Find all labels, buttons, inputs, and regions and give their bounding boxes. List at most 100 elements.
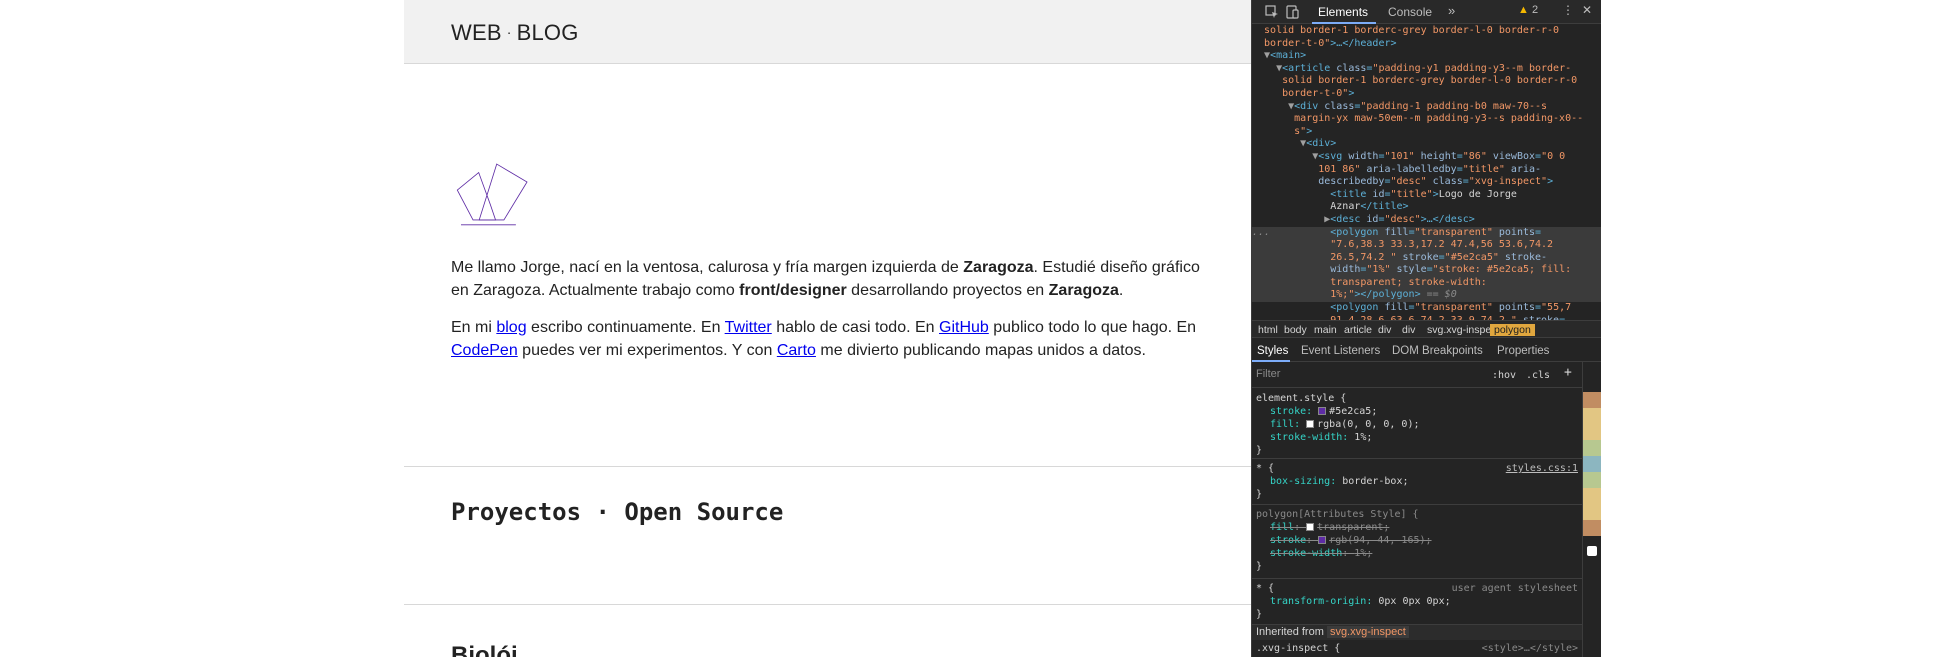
inline-link-blog[interactable]: blog: [496, 319, 526, 336]
dom-token: "#5e2ca5": [1444, 251, 1505, 263]
dom-node-line[interactable]: <polygon fill="transparent" points="55,7: [1252, 302, 1601, 315]
inline-link-carto[interactable]: Carto: [777, 342, 816, 359]
hover-state-toggle[interactable]: :hov: [1492, 369, 1516, 382]
dom-node-line[interactable]: describedby="desc" class="xvg-inspect">: [1252, 176, 1601, 189]
warnings-counter[interactable]: ▲ 2: [1518, 4, 1538, 16]
inline-link-twitter[interactable]: Twitter: [725, 319, 772, 336]
dom-token: stroke-: [1504, 251, 1548, 263]
device-toolbar-icon[interactable]: [1284, 4, 1300, 20]
dom-node-line[interactable]: ▼<div>: [1252, 138, 1601, 151]
dom-node-line[interactable]: 26.5,74.2 " stroke="#5e2ca5" stroke-: [1252, 251, 1601, 265]
color-swatch[interactable]: [1306, 420, 1315, 428]
tab-dom-breakpoints[interactable]: DOM Breakpoints: [1392, 345, 1483, 357]
class-toggle[interactable]: .cls: [1526, 369, 1550, 382]
dom-token: 101 86": [1252, 163, 1367, 175]
breadcrumb-item-div[interactable]: div: [1402, 324, 1415, 336]
dom-token: solid border-1 borderc-grey border-l-0 b…: [1252, 75, 1578, 87]
new-style-rule-button[interactable]: +: [1564, 366, 1572, 379]
element-style-rule[interactable]: element.style { stroke: #5e2ca5; fill: r…: [1256, 392, 1580, 457]
inherited-selector[interactable]: svg.xvg-inspect: [1326, 626, 1409, 638]
box-model-border: [1583, 488, 1601, 504]
dom-node-line[interactable]: ... <polygon fill="transparent" points=: [1252, 226, 1601, 240]
dom-node-line[interactable]: border-t-0">…</header>: [1252, 38, 1601, 51]
rule-close: }: [1256, 489, 1263, 500]
breadcrumb-item-svg-xvg-inspect[interactable]: svg.xvg-inspect: [1427, 324, 1499, 336]
css-property[interactable]: stroke-width: 1%;: [1256, 431, 1580, 444]
dom-node-line[interactable]: solid border-1 borderc-grey border-l-0 b…: [1252, 75, 1601, 88]
dom-node-line[interactable]: transparent; stroke-width:: [1252, 276, 1601, 290]
warnings-count: 2: [1531, 4, 1539, 16]
dom-node-line[interactable]: ▼<main>: [1252, 50, 1601, 63]
dom-token: ▼: [1252, 62, 1283, 74]
dom-node-line[interactable]: ▼<svg width="101" height="86" viewBox="0…: [1252, 151, 1601, 164]
color-swatch[interactable]: [1318, 536, 1327, 544]
breadcrumb-item-article[interactable]: article: [1344, 324, 1372, 336]
inspect-element-icon[interactable]: [1264, 4, 1280, 20]
paragraph-text: En mi: [451, 319, 497, 336]
dom-token: transparent; stroke-width:: [1252, 276, 1487, 288]
close-devtools-icon[interactable]: ✕: [1582, 3, 1592, 17]
dom-node-line[interactable]: "7.6,38.3 33.3,17.2 47.4,56 53.6,74.2: [1252, 239, 1601, 252]
dom-token: <article: [1282, 62, 1337, 74]
dom-node-line[interactable]: Aznar</title>: [1252, 201, 1601, 214]
dom-token: 26.5,74.2 ": [1252, 251, 1403, 263]
dom-token: <svg: [1318, 150, 1349, 162]
tab-console[interactable]: Console: [1388, 5, 1432, 19]
devtools-toolbar: Elements Console » ▲ 2 ⋮ ✕: [1252, 0, 1601, 24]
more-tabs-icon[interactable]: »: [1448, 3, 1455, 18]
user-agent-rule[interactable]: * { user agent stylesheet transform-orig…: [1256, 582, 1580, 621]
dom-token: margin-yx maw-50em--m padding-y3--s padd…: [1252, 113, 1584, 125]
dom-tree[interactable]: solid border-1 borderc-grey border-l-0 b…: [1252, 25, 1601, 320]
universal-rule[interactable]: * { styles.css:1 box-sizing: border-box;…: [1256, 462, 1580, 501]
color-swatch[interactable]: [1306, 523, 1315, 531]
color-swatch[interactable]: [1318, 407, 1327, 415]
dom-node-line[interactable]: solid border-1 borderc-grey border-l-0 b…: [1252, 25, 1601, 38]
dom-node-line[interactable]: width="1%" style="stroke: #5e2ca5; fill:: [1252, 264, 1601, 277]
bold-text: Zaragoza: [963, 259, 1034, 276]
css-property-overridden[interactable]: stroke: rgb(94, 44, 165);: [1256, 534, 1580, 547]
dom-token: <div>: [1306, 138, 1337, 150]
dom-token: "padding-y1 padding-y3--m border-: [1372, 62, 1572, 74]
attribute-style-rule[interactable]: polygon[Attributes Style] { fill: transp…: [1256, 508, 1580, 573]
styles-filter-input[interactable]: Filter: [1256, 368, 1280, 381]
breadcrumb-item-main[interactable]: main: [1314, 324, 1337, 336]
dom-token: <main>: [1270, 50, 1307, 62]
css-property-overridden[interactable]: stroke-width: 1%;: [1256, 547, 1580, 560]
dom-node-line[interactable]: ▶<desc id="desc">…</desc>: [1252, 214, 1601, 227]
dom-node-line[interactable]: <title id="title">Logo de Jorge: [1252, 189, 1601, 202]
xvg-inspect-rule[interactable]: .xvg-inspect { <style>…</style>: [1256, 642, 1580, 655]
css-property-overridden[interactable]: fill: transparent;: [1256, 521, 1580, 534]
dom-node-line[interactable]: ▼<div class="padding-1 padding-b0 maw-70…: [1252, 101, 1601, 114]
dom-node-line[interactable]: margin-yx maw-50em--m padding-y3--s padd…: [1252, 113, 1601, 126]
css-property[interactable]: transform-origin: 0px 0px 0px;: [1256, 595, 1580, 608]
breadcrumb-item-polygon[interactable]: polygon: [1490, 324, 1535, 336]
site-title[interactable]: WEB · BLOG: [451, 20, 579, 46]
dom-node-line[interactable]: ▼<article class="padding-y1 padding-y3--…: [1252, 63, 1601, 76]
tab-event-listeners[interactable]: Event Listeners: [1301, 345, 1380, 357]
show-all-checkbox[interactable]: [1587, 546, 1597, 556]
inline-link-github[interactable]: GitHub: [939, 319, 989, 336]
box-model-padding: [1583, 472, 1601, 488]
tab-properties[interactable]: Properties: [1497, 345, 1549, 357]
tab-elements[interactable]: Elements: [1318, 5, 1368, 19]
dom-node-line[interactable]: s">: [1252, 126, 1601, 139]
dom-token: class: [1336, 62, 1367, 74]
css-property[interactable]: fill: rgba(0, 0, 0, 0);: [1256, 418, 1580, 431]
breadcrumb-item-html[interactable]: html: [1258, 324, 1278, 336]
section-divider: [404, 466, 1251, 467]
dom-node-line[interactable]: 1%;"></polygon> == $0: [1252, 289, 1601, 303]
css-property[interactable]: box-sizing: border-box;: [1256, 475, 1580, 488]
breadcrumb-item-body[interactable]: body: [1284, 324, 1307, 336]
dom-token: describedby: [1252, 176, 1385, 188]
customize-devtools-icon[interactable]: ⋮: [1562, 3, 1574, 17]
dom-node-line[interactable]: 101 86" aria-labelledby="title" aria-: [1252, 164, 1601, 177]
site-title-left: WEB: [451, 20, 502, 45]
css-property[interactable]: stroke: #5e2ca5;: [1256, 405, 1580, 418]
tab-styles[interactable]: Styles: [1257, 345, 1288, 357]
dom-node-line[interactable]: border-t-0">: [1252, 88, 1601, 101]
breadcrumb-item-div[interactable]: div: [1378, 324, 1391, 336]
rule-source-label[interactable]: <style>…</style>: [1482, 642, 1578, 655]
site-title-right: BLOG: [516, 20, 579, 45]
inline-link-codepen[interactable]: CodePen: [451, 342, 518, 359]
rule-source-link[interactable]: styles.css:1: [1506, 462, 1578, 475]
